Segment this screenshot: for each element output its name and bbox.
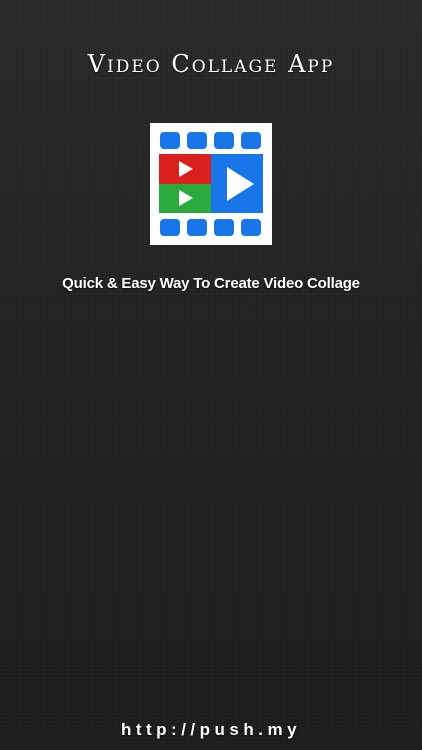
tagline: Quick & Easy Way To Create Video Collage [62, 275, 360, 292]
video-collage-icon [159, 132, 263, 236]
splash-screen: Video Collage App Quick & Easy Way To Cr… [0, 0, 422, 750]
app-logo [150, 123, 272, 245]
app-title: Video Collage App [87, 50, 335, 78]
website-link[interactable]: http://push.my [0, 720, 422, 740]
